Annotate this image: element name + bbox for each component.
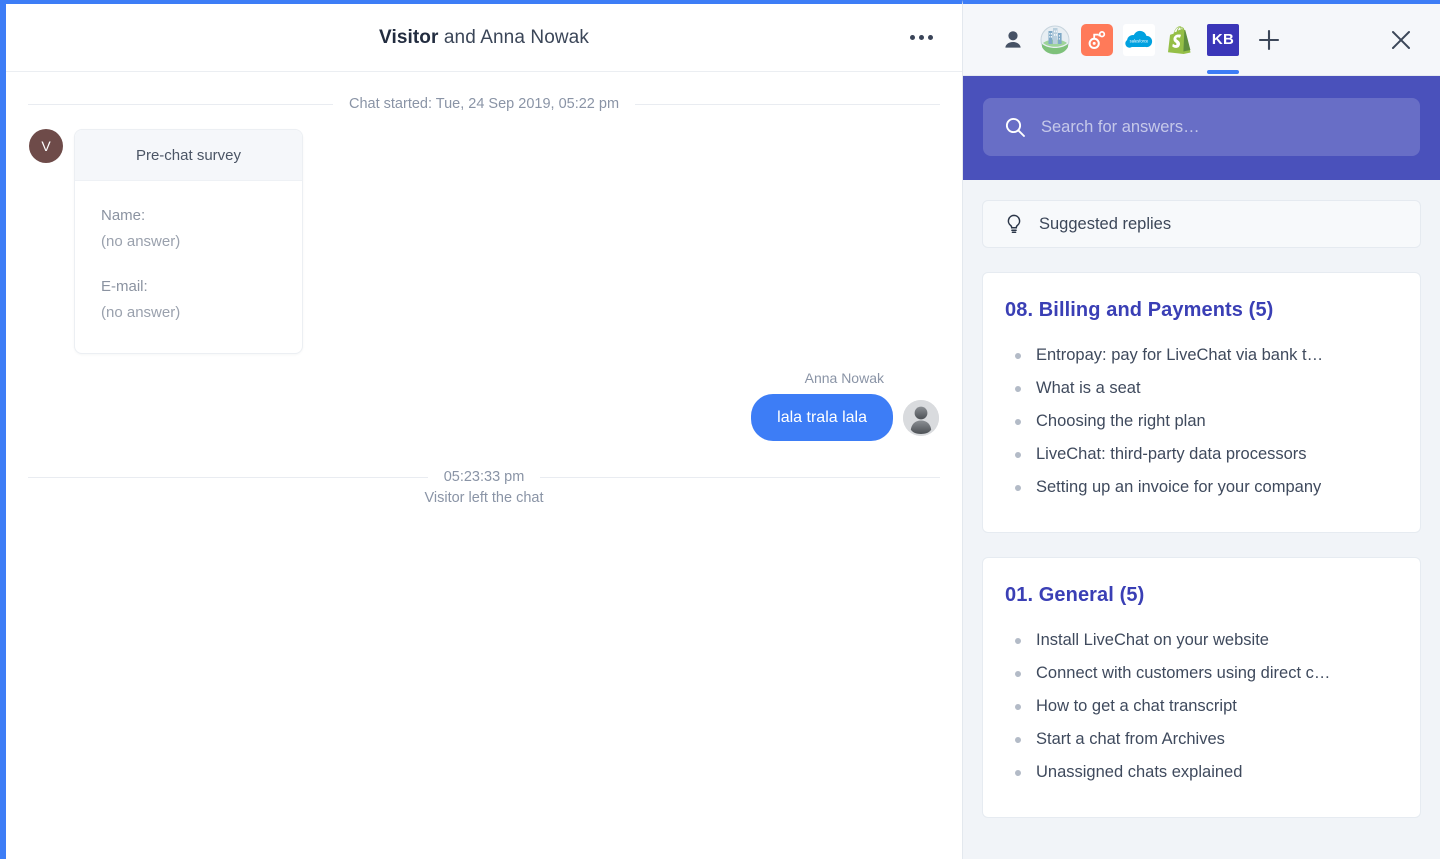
add-integration-button[interactable] (1253, 24, 1285, 56)
bullet-icon (1015, 484, 1021, 491)
kb-article-title: LiveChat: third-party data processors (1036, 445, 1307, 463)
kb-category-card: 08. Billing and Payments (5) Entropay: p… (982, 272, 1421, 533)
divider-rule (635, 103, 941, 105)
bullet-icon (1015, 670, 1021, 677)
salesforce-wordmark: salesforce (1130, 38, 1149, 43)
list-item[interactable]: How to get a chat transcript (1005, 690, 1398, 723)
survey-field: E-mail: (no answer) (101, 274, 276, 325)
close-panel-button[interactable] (1384, 23, 1418, 57)
search-input[interactable]: Search for answers… (983, 98, 1420, 156)
survey-field-value: (no answer) (101, 303, 181, 321)
kb-article-title: Unassigned chats explained (1036, 763, 1243, 781)
kb-category-title: 08. Billing and Payments (5) (1005, 299, 1274, 321)
bullet-icon (1015, 703, 1021, 710)
prechat-survey-message: V Pre-chat survey Name: (no answer) E-ma… (28, 129, 940, 354)
kb-article-list: Install LiveChat on your website Connect… (1005, 624, 1398, 789)
agent-message: Anna Nowak lala trala lala (28, 370, 940, 442)
list-item[interactable]: LiveChat: third-party data processors (1005, 438, 1398, 471)
suggested-replies-label: Suggested replies (1039, 214, 1172, 233)
kb-category-card: 01. General (5) Install LiveChat on your… (982, 557, 1421, 818)
kb-category-title: 01. General (5) (1005, 584, 1145, 606)
kb-article-title: Entropay: pay for LiveChat via bank t… (1036, 346, 1324, 364)
bullet-icon (1015, 451, 1021, 458)
lightbulb-icon (1007, 214, 1021, 233)
message-line: lala trala lala (751, 394, 939, 442)
survey-field-value: (no answer) (101, 232, 181, 250)
kb-article-title: Connect with customers using direct c… (1036, 664, 1331, 682)
app-tab-bar: salesforce KB (963, 4, 1440, 76)
visitor-profile-icon[interactable] (997, 24, 1029, 56)
prechat-survey-fields: Name: (no answer) E-mail: (no answer) (75, 181, 302, 353)
suggested-replies-button[interactable]: Suggested replies (982, 200, 1421, 248)
list-item[interactable]: Entropay: pay for LiveChat via bank t… (1005, 339, 1398, 372)
chat-started-label: Chat started: Tue, 24 Sep 2019, 05:22 pm (348, 96, 620, 112)
survey-field-label: Name: (101, 207, 146, 224)
list-item[interactable]: Unassigned chats explained (1005, 756, 1398, 789)
kb-article-title: Start a chat from Archives (1036, 730, 1225, 748)
chat-options-menu-button[interactable] (904, 25, 938, 51)
list-item[interactable]: Setting up an invoice for your company (1005, 471, 1398, 504)
kb-search-zone: Search for answers… (963, 76, 1440, 180)
survey-field-label: E-mail: (101, 278, 148, 295)
list-item[interactable]: Choosing the right plan (1005, 405, 1398, 438)
bullet-icon (1015, 385, 1021, 392)
divider-rule (28, 476, 428, 478)
divider-rule (28, 103, 333, 105)
chat-panel: Visitor and Anna Nowak Chat started: Tue… (0, 0, 962, 859)
kb-content: Suggested replies 08. Billing and Paymen… (963, 180, 1440, 859)
bullet-icon (1015, 637, 1021, 644)
visitor-avatar: V (29, 129, 63, 163)
event-time: 05:23:33 pm (443, 469, 525, 486)
kb-article-title: Choosing the right plan (1036, 412, 1206, 430)
search-placeholder: Search for answers… (1041, 117, 1200, 136)
prechat-survey-card: Pre-chat survey Name: (no answer) E-mail… (74, 129, 303, 354)
knowledge-base-icon[interactable]: KB (1207, 23, 1239, 74)
bullet-icon (1015, 352, 1021, 359)
message-bubble: lala trala lala (751, 394, 893, 442)
chat-title-agent: and Anna Nowak (438, 26, 589, 48)
salesforce-icon[interactable]: salesforce (1123, 23, 1155, 56)
hubspot-icon[interactable] (1081, 23, 1113, 56)
integrations-side-panel: salesforce KB Search for answers… Sugges… (962, 0, 1440, 859)
app-icon-list: salesforce KB (997, 23, 1285, 74)
prechat-survey-title: Pre-chat survey (75, 130, 302, 181)
list-item[interactable]: Connect with customers using direct c… (1005, 657, 1398, 690)
page-title: Visitor and Anna Nowak (379, 27, 589, 49)
dot-icon (927, 35, 933, 40)
visitor-left-divider: 05:23:33 pm (28, 469, 940, 485)
divider-rule (540, 476, 940, 478)
agent-avatar (903, 399, 939, 436)
chat-title-visitor: Visitor (379, 26, 439, 48)
kb-article-list: Entropay: pay for LiveChat via bank t… W… (1005, 339, 1398, 504)
search-icon (1005, 117, 1025, 137)
kb-article-title: Setting up an invoice for your company (1036, 478, 1322, 496)
list-item[interactable]: What is a seat (1005, 372, 1398, 405)
chat-header: Visitor and Anna Nowak (6, 4, 962, 72)
bullet-icon (1015, 769, 1021, 776)
kb-article-title: How to get a chat transcript (1036, 697, 1237, 715)
list-item[interactable]: Install LiveChat on your website (1005, 624, 1398, 657)
kb-article-title: What is a seat (1036, 379, 1141, 397)
livechat-archives-window: Visitor and Anna Nowak Chat started: Tue… (0, 0, 1440, 859)
chat-started-divider: Chat started: Tue, 24 Sep 2019, 05:22 pm (28, 96, 941, 112)
kb-article-title: Install LiveChat on your website (1036, 631, 1269, 649)
company-info-icon[interactable] (1039, 24, 1071, 56)
list-item[interactable]: Start a chat from Archives (1005, 723, 1398, 756)
bullet-icon (1015, 736, 1021, 743)
shopify-icon[interactable] (1165, 24, 1197, 56)
dot-icon (909, 35, 915, 40)
survey-field: Name: (no answer) (101, 203, 276, 254)
bullet-icon (1015, 418, 1021, 425)
dot-icon (918, 35, 924, 40)
chat-transcript: Chat started: Tue, 24 Sep 2019, 05:22 pm… (6, 72, 962, 859)
event-text: Visitor left the chat (424, 490, 544, 507)
message-author: Anna Nowak (804, 370, 884, 386)
